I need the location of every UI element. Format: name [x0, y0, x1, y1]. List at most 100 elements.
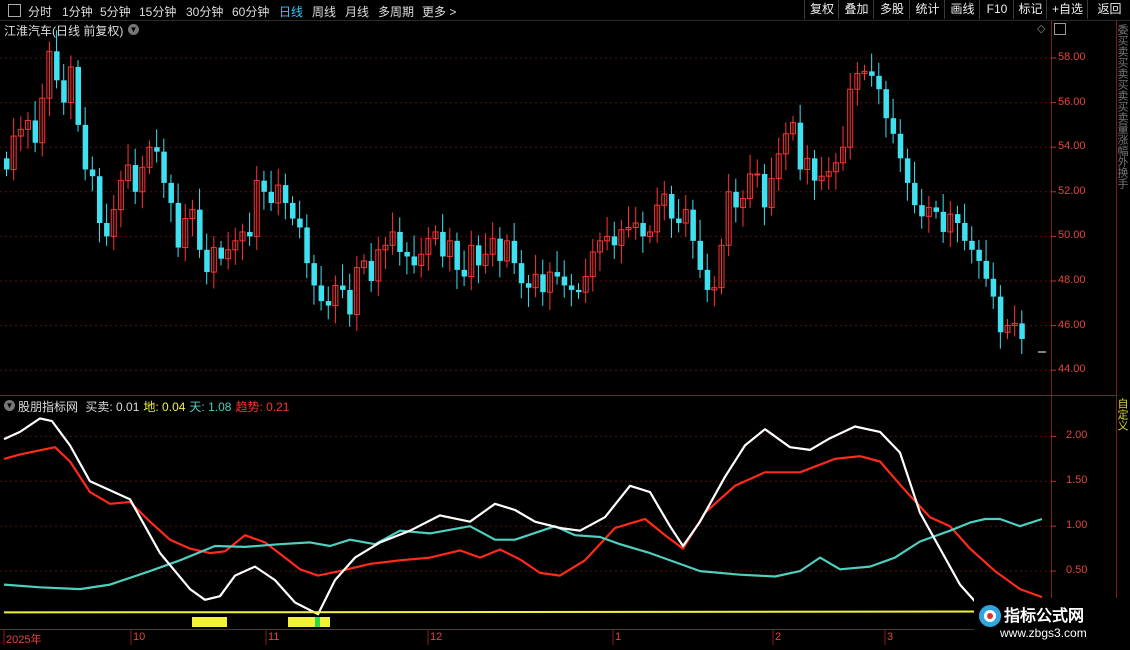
candle-down [268, 191, 275, 203]
trend-line-red [3, 446, 1043, 599]
candle-down [104, 223, 110, 237]
candle-down [811, 158, 818, 181]
candle-down [475, 245, 482, 266]
candle-down [197, 209, 203, 250]
signal-bar [288, 617, 330, 627]
indicator-chevron-icon[interactable]: ▼ [4, 400, 15, 411]
indicator-label: 1.00 [1066, 519, 1088, 532]
candle-down [933, 207, 939, 212]
indicator-label: 0.50 [1066, 564, 1088, 577]
side-panel-top[interactable]: 委买卖买卖买卖买卖量涨幅外换手 [1117, 24, 1130, 389]
watermark: 指标公式网 www.zbgs3.com [974, 598, 1130, 650]
watermark-title: 指标公式网 [1004, 608, 1085, 625]
candle-down [511, 240, 518, 264]
candle-down [340, 285, 346, 290]
candle-down [890, 118, 897, 134]
signal-bar-green [315, 617, 320, 627]
candle-down [997, 296, 1004, 333]
candle-down [640, 223, 646, 237]
candle-down [297, 218, 303, 228]
candle-up [754, 173, 761, 176]
date-label: 3 [887, 631, 894, 643]
candle-down [132, 165, 139, 192]
candle-down [704, 269, 711, 290]
candle-down [561, 276, 568, 286]
candle-down [869, 71, 875, 76]
price-label: 50.00 [1058, 229, 1086, 242]
candle-down [304, 227, 310, 264]
price-label: 52.00 [1058, 184, 1086, 197]
candle-down [990, 278, 997, 297]
candle-down [962, 223, 968, 241]
candle-down [897, 133, 904, 159]
candle-down [540, 274, 546, 293]
candle-down [676, 218, 682, 224]
side-panel-top-text: 委买卖买卖买卖买卖量涨幅外换手 [1117, 24, 1128, 189]
candle-down [525, 283, 532, 288]
candle-down [318, 285, 325, 302]
candle-down [461, 269, 468, 277]
chart-area [0, 20, 1117, 650]
candle-down [454, 240, 460, 270]
candle-down [904, 158, 911, 183]
candle-down [404, 252, 410, 257]
candle-down [218, 247, 224, 259]
candle-down [168, 182, 174, 203]
candle-down [347, 289, 353, 315]
date-label: 2 [775, 631, 782, 643]
indicator-value-1: 地: 0.04 [143, 400, 186, 414]
candle-down [204, 249, 210, 273]
side-panel-bottom-text: 自定义 [1117, 398, 1128, 431]
candle-down [61, 80, 67, 103]
indicator-label: 2.00 [1066, 429, 1088, 442]
price-label: 46.00 [1058, 318, 1086, 331]
candle-down [554, 272, 561, 277]
date-label: 10 [133, 631, 146, 643]
candle-down [311, 263, 317, 286]
date-label: 11 [268, 631, 280, 643]
candle-down [568, 285, 575, 290]
candle-down [912, 182, 918, 206]
price-label: 48.00 [1058, 274, 1086, 286]
candle-down [290, 202, 296, 219]
indicator-label: 1.50 [1066, 474, 1088, 487]
candle-down [4, 158, 10, 170]
candle-down [325, 301, 332, 306]
indicator-value-0: 买卖: 0.01 [85, 400, 140, 414]
side-panel-bottom[interactable]: 自定义 [1117, 398, 1130, 438]
price-label: 58.00 [1058, 51, 1086, 63]
candle-down [883, 89, 889, 119]
date-label: 12 [430, 631, 443, 643]
candle-down [154, 147, 160, 152]
price-label: 56.00 [1058, 95, 1086, 108]
candle-down [919, 205, 925, 217]
candle-down [497, 238, 503, 261]
date-label: 1 [615, 631, 622, 643]
candle-down [611, 236, 618, 246]
candle-down [161, 151, 167, 183]
indicator-bars [192, 617, 330, 627]
candle-down [518, 263, 525, 284]
candle-down [733, 191, 739, 208]
candle-down [954, 214, 961, 224]
indicator-value-3: 趋势: 0.21 [235, 400, 290, 414]
candle-down [261, 180, 267, 192]
candle-down [282, 185, 289, 203]
candle-down [983, 260, 990, 279]
indicator-header: 股朋指标网 买卖: 0.01 地: 0.04 天: 1.08 趋势: 0.21 [18, 398, 297, 415]
candle-down [75, 66, 81, 125]
candle-down [247, 231, 253, 237]
candle-down [82, 124, 89, 170]
indicator-name: 股朋指标网 [18, 400, 79, 414]
watermark-url: www.zbgs3.com [1000, 626, 1087, 640]
candle-down [797, 122, 804, 170]
candle-down [668, 194, 675, 219]
candle-down [397, 231, 403, 253]
candle-down [411, 256, 418, 266]
candle-down [940, 211, 947, 232]
price-label: 44.00 [1058, 363, 1086, 376]
signal-bar [192, 617, 227, 627]
candle-down [690, 209, 696, 241]
menu-icon[interactable] [8, 4, 21, 17]
candle-down [32, 120, 39, 143]
